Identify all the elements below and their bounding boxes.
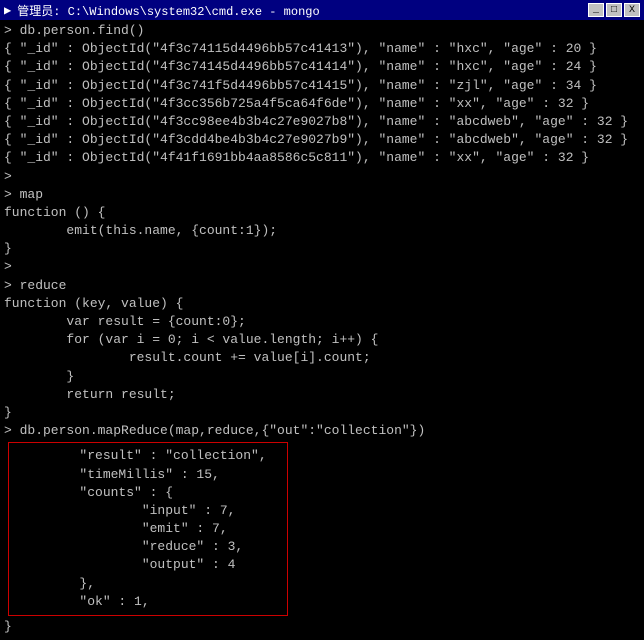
window-title: 管理员: C:\Windows\system32\cmd.exe - mongo [17, 2, 319, 19]
result-box: "result" : "collection", "timeMillis" : … [8, 442, 288, 616]
result-line: "ok" : 1, [17, 593, 279, 611]
terminal-line: { "_id" : ObjectId("4f3cc356b725a4f5ca64… [4, 95, 640, 113]
result-line: "counts" : { [17, 484, 279, 502]
terminal-line: > [4, 168, 640, 186]
title-bar-buttons: _ □ X [588, 3, 640, 17]
terminal: > db.person.find(){ "_id" : ObjectId("4f… [0, 20, 644, 640]
terminal-line: > map [4, 186, 640, 204]
terminal-line: { "_id" : ObjectId("4f3cdd4be4b3b4c27e90… [4, 131, 640, 149]
result-line: }, [17, 575, 279, 593]
result-box-wrapper: "result" : "collection", "timeMillis" : … [4, 440, 640, 618]
terminal-line: > db.person.find() [4, 22, 640, 40]
result-line: "timeMillis" : 15, [17, 466, 279, 484]
terminal-line: { "_id" : ObjectId("4f3c74115d4496bb57c4… [4, 40, 640, 58]
terminal-content: > db.person.find(){ "_id" : ObjectId("4f… [4, 22, 640, 636]
minimize-button[interactable]: _ [588, 3, 604, 17]
terminal-line: function (key, value) { [4, 295, 640, 313]
terminal-line: { "_id" : ObjectId("4f3c74145d4496bb57c4… [4, 58, 640, 76]
terminal-line: { "_id" : ObjectId("4f3cc98ee4b3b4c27e90… [4, 113, 640, 131]
terminal-line: function () { [4, 204, 640, 222]
close-button[interactable]: X [624, 3, 640, 17]
result-line: "input" : 7, [17, 502, 279, 520]
terminal-line: result.count += value[i].count; [4, 349, 640, 367]
terminal-line: return result; [4, 386, 640, 404]
after-box-line: } [4, 618, 640, 636]
title-bar: ▶ 管理员: C:\Windows\system32\cmd.exe - mon… [0, 0, 644, 20]
terminal-line: { "_id" : ObjectId("4f41f1691bb4aa8586c5… [4, 149, 640, 167]
terminal-line: } [4, 368, 640, 386]
result-line: "reduce" : 3, [17, 538, 279, 556]
cmd-icon: ▶ [4, 3, 11, 18]
terminal-line: } [4, 404, 640, 422]
terminal-line: { "_id" : ObjectId("4f3c741f5d4496bb57c4… [4, 77, 640, 95]
terminal-line: > [4, 258, 640, 276]
terminal-line: > reduce [4, 277, 640, 295]
result-line: "emit" : 7, [17, 520, 279, 538]
terminal-line: var result = {count:0}; [4, 313, 640, 331]
result-line: "result" : "collection", [17, 447, 279, 465]
title-bar-left: ▶ 管理员: C:\Windows\system32\cmd.exe - mon… [4, 2, 320, 19]
terminal-line: } [4, 240, 640, 258]
terminal-line: > db.person.mapReduce(map,reduce,{"out":… [4, 422, 640, 440]
result-line: "output" : 4 [17, 556, 279, 574]
terminal-line: emit(this.name, {count:1}); [4, 222, 640, 240]
maximize-button[interactable]: □ [606, 3, 622, 17]
terminal-line: for (var i = 0; i < value.length; i++) { [4, 331, 640, 349]
